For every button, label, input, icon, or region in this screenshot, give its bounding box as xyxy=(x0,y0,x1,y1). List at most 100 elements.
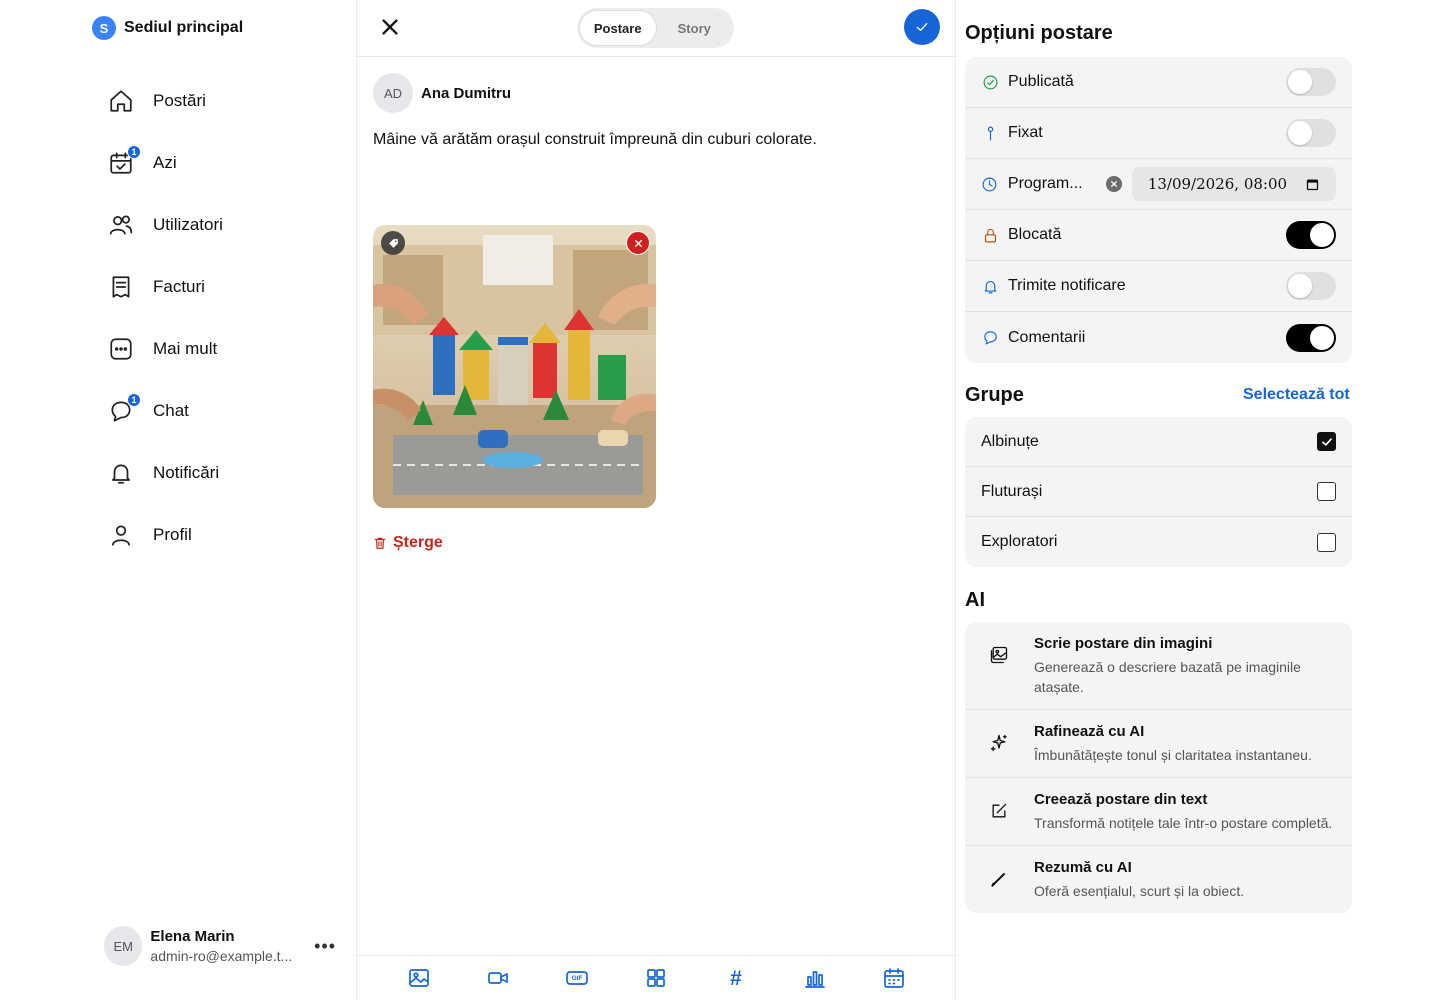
groups-title: Grupe xyxy=(965,384,1024,406)
close-icon xyxy=(634,239,642,247)
check-circle-icon xyxy=(981,73,999,91)
tab-story[interactable]: Story xyxy=(657,10,733,46)
group-row-exploratori[interactable]: Exploratori xyxy=(965,517,1352,567)
tab-postare[interactable]: Postare xyxy=(579,10,657,46)
calendar-icon[interactable] xyxy=(1305,177,1320,192)
group-label: Albinuțe xyxy=(981,432,1039,450)
add-poll-button[interactable] xyxy=(802,965,828,991)
option-program: Program... 13/09/2026, 08:00 xyxy=(965,159,1352,210)
add-image-button[interactable] xyxy=(406,965,432,991)
publicata-toggle[interactable] xyxy=(1286,68,1336,96)
option-label: Publicată xyxy=(1008,73,1074,90)
trash-icon xyxy=(374,537,386,549)
option-comentarii: Comentarii xyxy=(965,312,1352,363)
delete-button[interactable]: Șterge xyxy=(373,534,443,552)
tag-image-button[interactable] xyxy=(381,231,405,255)
comentarii-toggle[interactable] xyxy=(1286,323,1336,352)
sidebar-item-profil[interactable]: Profil xyxy=(92,504,332,566)
group-checkbox[interactable] xyxy=(1317,482,1336,501)
schedule-label: Program... xyxy=(1007,175,1083,192)
poll-icon xyxy=(805,971,825,988)
home-icon xyxy=(107,87,135,115)
tag-icon xyxy=(388,238,398,248)
pen-icon xyxy=(989,869,1009,889)
add-event-button[interactable] xyxy=(881,965,907,991)
option-label: Fixat xyxy=(1008,124,1043,141)
option-trimite-notificare: Trimite notificare xyxy=(965,261,1352,312)
post-text-input[interactable]: Mâine vă arătăm orașul construit împreun… xyxy=(373,131,817,149)
options-title: Opțiuni postare xyxy=(965,22,1113,44)
sidebar-item-label: Utilizatori xyxy=(153,215,223,234)
close-icon xyxy=(382,19,398,35)
ai-refine[interactable]: Rafinează cu AI Îmbunătățește tonul și c… xyxy=(965,710,1352,778)
bell-icon xyxy=(107,459,135,487)
ai-card: Scrie postare din imagini Generează o de… xyxy=(965,622,1352,913)
sidebar-item-mai-mult[interactable]: Mai mult xyxy=(92,318,332,380)
sidebar-item-chat[interactable]: 1 Chat xyxy=(92,380,332,442)
notification-badge: 1 xyxy=(127,393,141,407)
option-label: Comentarii xyxy=(1008,328,1086,346)
add-hashtag-button[interactable]: # xyxy=(723,965,749,991)
sidebar-item-facturi[interactable]: Facturi xyxy=(92,256,332,318)
gif-label: GIF xyxy=(572,975,583,982)
sidebar-item-label: Mai mult xyxy=(153,339,218,358)
gif-icon: GIF xyxy=(566,971,589,985)
notificare-toggle[interactable] xyxy=(1286,272,1336,300)
user-menu-button[interactable]: ••• xyxy=(314,936,336,957)
clear-schedule-button[interactable] xyxy=(1105,176,1122,192)
options-card: Publicată Fixat Program... 13/09/2026, 0… xyxy=(965,57,1352,363)
ai-item-title: Rafinează cu AI xyxy=(1034,723,1145,740)
sidebar-item-utilizatori[interactable]: Utilizatori xyxy=(92,194,332,256)
sidebar-item-azi[interactable]: 1 Azi xyxy=(92,132,332,194)
user-name: Elena Marin xyxy=(150,928,235,945)
sidebar-item-notificari[interactable]: Notificări xyxy=(92,442,332,504)
post-author: AD Ana Dumitru xyxy=(373,73,511,113)
author-name: Ana Dumitru xyxy=(421,84,511,102)
avatar: EM xyxy=(104,926,143,966)
add-gif-button[interactable]: GIF xyxy=(564,965,590,991)
publish-button[interactable] xyxy=(904,9,940,45)
group-checkbox[interactable] xyxy=(1317,432,1336,451)
blocata-toggle[interactable] xyxy=(1286,221,1336,249)
main-nav: Postări 1 Azi Utilizatori Facturi Mai mu… xyxy=(92,70,332,566)
group-row-albinute[interactable]: Albinuțe xyxy=(965,417,1352,467)
option-label: Trimite notificare xyxy=(1008,277,1126,294)
close-icon xyxy=(1110,181,1117,187)
edit-box-icon xyxy=(989,801,1009,821)
ai-item-desc: Transformă notițele tale într-o postare … xyxy=(1034,815,1333,831)
sidebar-item-postari[interactable]: Postări xyxy=(92,70,332,132)
sidebar-item-label: Azi xyxy=(153,153,177,172)
users-icon xyxy=(107,211,135,239)
video-icon xyxy=(488,972,508,984)
org-name: Sediul principal xyxy=(124,19,244,36)
add-video-button[interactable] xyxy=(485,965,511,991)
image-icon xyxy=(408,969,429,987)
group-checkbox[interactable] xyxy=(1317,532,1336,552)
ai-item-title: Creează postare din text xyxy=(1034,791,1208,808)
sidebar-item-label: Postări xyxy=(153,91,206,110)
fixat-toggle[interactable] xyxy=(1286,119,1336,147)
add-layout-button[interactable] xyxy=(643,965,669,991)
clock-icon xyxy=(981,175,999,193)
post-editor: Postare Story AD Ana Dumitru Mâine vă ar… xyxy=(357,0,956,1000)
close-button[interactable] xyxy=(379,16,401,38)
select-all-button[interactable]: Selectează tot xyxy=(1243,386,1350,404)
ai-summarize[interactable]: Rezumă cu AI Oferă esențialul, scurt și … xyxy=(965,846,1352,913)
ai-item-desc: Generează o descriere bazată pe imaginil… xyxy=(1034,659,1301,695)
ai-create-from-text[interactable]: Creează postare din text Transformă noti… xyxy=(965,778,1352,846)
chat-icon: 1 xyxy=(107,393,141,425)
notification-badge: 1 xyxy=(127,145,141,159)
option-label: Blocată xyxy=(1008,226,1062,243)
ai-item-title: Rezumă cu AI xyxy=(1034,859,1132,876)
group-label: Fluturași xyxy=(981,482,1043,500)
group-row-fluturasi[interactable]: Fluturași xyxy=(965,467,1352,517)
remove-image-button[interactable] xyxy=(626,231,650,255)
org-switcher[interactable]: S Sediul principal xyxy=(92,16,243,40)
pin-icon xyxy=(981,124,999,142)
ai-write-from-images[interactable]: Scrie postare din imagini Generează o de… xyxy=(965,622,1352,710)
schedule-datetime-input[interactable]: 13/09/2026, 08:00 xyxy=(1131,167,1336,201)
user-icon xyxy=(107,521,135,549)
hashtag-label: # xyxy=(730,967,742,990)
attachment-toolbar: GIF # xyxy=(357,955,956,1000)
calendar-icon xyxy=(884,968,905,988)
